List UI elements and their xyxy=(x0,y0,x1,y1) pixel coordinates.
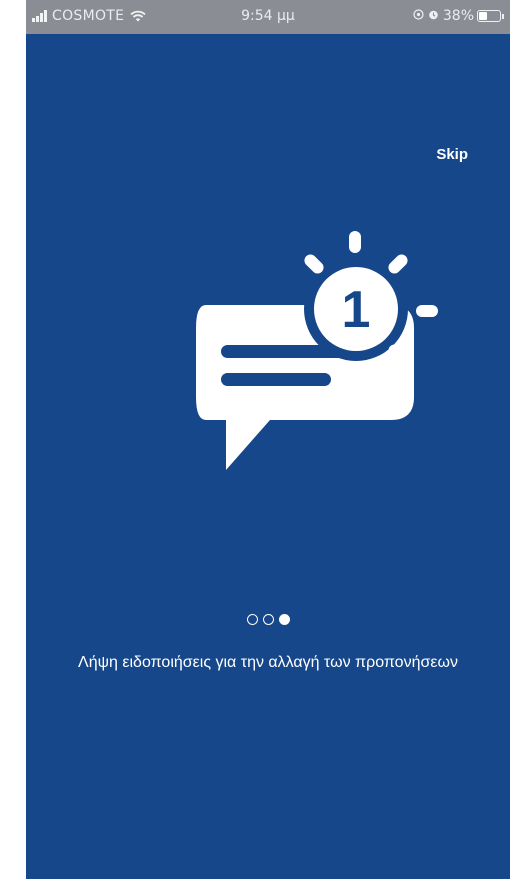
status-bar: COSMOTE 9:54 μμ 38% xyxy=(26,0,510,34)
battery-icon xyxy=(477,10,501,22)
page-dot-1[interactable] xyxy=(246,614,258,625)
alarm-icon xyxy=(428,8,439,24)
location-icon xyxy=(413,8,424,24)
page-dot-2[interactable] xyxy=(262,614,274,625)
notification-chat-icon: 1 xyxy=(166,225,446,485)
badge-count: 1 xyxy=(342,281,371,339)
status-right: 38% xyxy=(413,8,504,24)
page-dot-3[interactable] xyxy=(278,614,290,625)
battery-cap xyxy=(502,13,504,19)
page-indicator xyxy=(26,614,510,625)
skip-button[interactable]: Skip xyxy=(436,146,468,163)
battery-percent: 38% xyxy=(442,8,474,24)
onboarding-screen: COSMOTE 9:54 μμ 38% Skip 1 Λήψη ειδοποιή… xyxy=(26,0,510,879)
onboarding-caption: Λήψη ειδοποιήσεις για την αλλαγή των προ… xyxy=(78,654,458,671)
